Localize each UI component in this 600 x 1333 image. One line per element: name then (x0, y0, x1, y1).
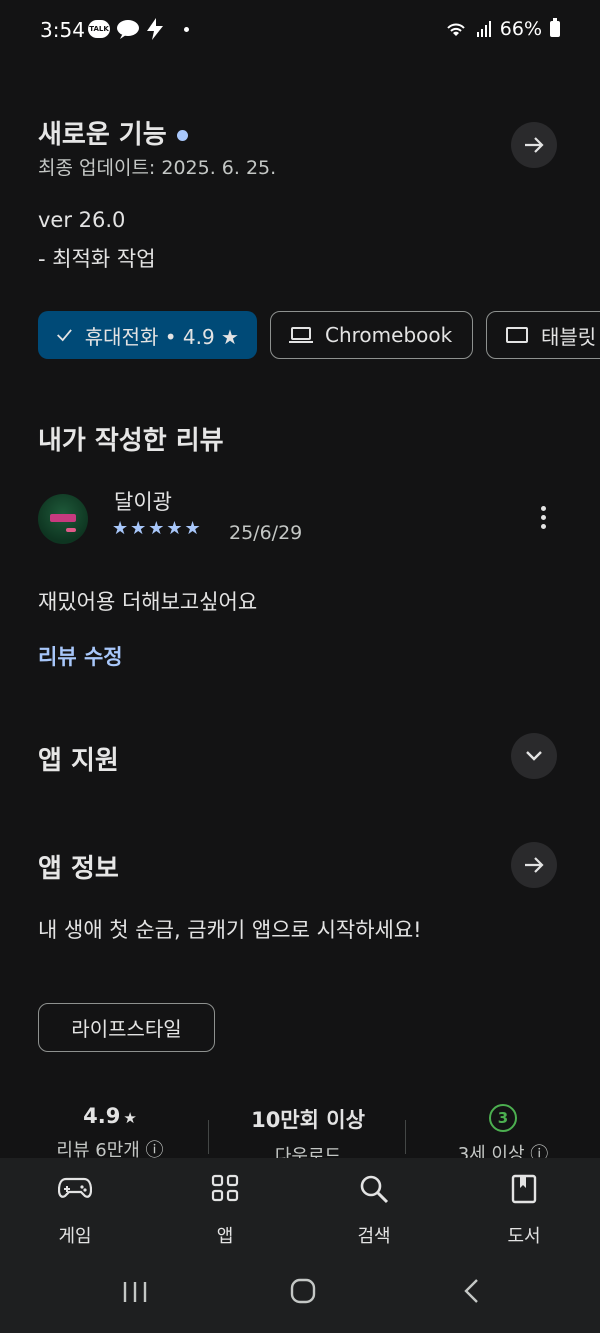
app-support-title: 앱 지원 (38, 746, 119, 776)
age-badge-wrap: 3 (413, 1104, 593, 1132)
signal-icon (476, 21, 491, 37)
arrow-right-icon (525, 137, 544, 153)
recent-apps-icon (123, 1282, 147, 1302)
book-icon (474, 1174, 574, 1208)
rating-star-icon: ★ (123, 1109, 137, 1127)
age-badge: 3 (489, 1104, 517, 1132)
release-notes: - 최적화 작업 (38, 247, 156, 271)
review-date: 25/6/29 (229, 522, 303, 544)
nav-search[interactable]: 검색 (324, 1174, 424, 1248)
rating-stat[interactable]: 4.9 ★ 리뷰 6만개 ⓘ (20, 1104, 200, 1162)
status-right: 66% (444, 18, 560, 40)
chip-tablet[interactable]: 태블릿 (486, 311, 600, 359)
stat-divider (208, 1120, 209, 1154)
nav-games-label: 게임 (58, 1226, 92, 1247)
chip-chromebook-label: Chromebook (325, 323, 453, 347)
kakaotalk-icon: TALK (88, 20, 110, 38)
review-more-icon[interactable] (530, 506, 556, 534)
my-review-heading: 내가 작성한 리뷰 (38, 426, 224, 456)
home-button[interactable] (290, 1278, 316, 1311)
battery-percent: 66% (499, 18, 542, 40)
chevron-down-icon (526, 751, 542, 761)
chat-bubble-icon (117, 20, 139, 39)
review-author: 달이광 (114, 490, 172, 514)
rating-stat-value: 4.9 ★ (20, 1104, 200, 1128)
laptop-icon (289, 327, 313, 343)
last-updated: 최종 업데이트: 2025. 6. 25. (38, 157, 277, 179)
avatar-art (50, 514, 76, 522)
category-chip[interactable]: 라이프스타일 (38, 1003, 215, 1052)
gamepad-icon (25, 1174, 125, 1208)
whats-new-title: 새로운 기능 (38, 114, 188, 151)
lightning-icon (147, 18, 163, 40)
downloads-value: 10만회 이상 (251, 1108, 365, 1132)
app-info-arrow-button[interactable] (511, 842, 557, 888)
nav-apps-label: 앱 (216, 1226, 234, 1247)
nav-books-label: 도서 (507, 1226, 541, 1247)
app-info-title: 앱 정보 (38, 854, 119, 884)
notification-icons: TALK (88, 18, 189, 40)
avatar[interactable] (38, 494, 88, 544)
battery-icon (550, 18, 560, 37)
age-rating-stat[interactable]: 3 3세 이상 ⓘ (413, 1104, 593, 1166)
more-notifications-dot (184, 26, 189, 32)
stat-divider (405, 1120, 406, 1154)
arrow-right-icon (525, 857, 544, 873)
chip-phone[interactable]: 휴대전화 • 4.9 ★ (38, 311, 257, 359)
back-button[interactable] (462, 1278, 480, 1311)
recent-apps-button[interactable] (122, 1278, 148, 1311)
app-support-expand-button[interactable] (511, 733, 557, 779)
home-icon (290, 1278, 316, 1304)
status-time: 3:54 (40, 18, 85, 42)
search-icon (324, 1174, 424, 1208)
avatar-art-detail (66, 528, 76, 532)
nav-books[interactable]: 도서 (474, 1174, 574, 1248)
chip-chromebook[interactable]: Chromebook (270, 311, 473, 359)
edit-review-link[interactable]: 리뷰 수정 (38, 641, 123, 671)
check-icon (57, 329, 72, 342)
chip-phone-label: 휴대전화 • 4.9 ★ (84, 324, 239, 349)
bottom-nav: 게임 앱 검색 도서 (0, 1158, 600, 1333)
review-stars: ★★★★★ (112, 518, 203, 539)
version-text: ver 26.0 (38, 208, 126, 232)
tablet-icon (506, 327, 528, 343)
whats-new-arrow-button[interactable] (511, 122, 557, 168)
wifi-icon (447, 23, 465, 36)
app-description: 내 생애 첫 순금, 금캐기 앱으로 시작하세요! (38, 918, 422, 942)
nav-search-label: 검색 (357, 1226, 391, 1247)
new-indicator-dot (176, 130, 188, 141)
nav-games[interactable]: 게임 (25, 1174, 125, 1248)
apps-grid-icon (175, 1174, 275, 1208)
rating-value: 4.9 (83, 1104, 121, 1128)
chip-tablet-label: 태블릿 (541, 324, 597, 349)
nav-apps[interactable]: 앱 (175, 1174, 275, 1248)
back-icon (464, 1279, 478, 1303)
review-text: 재밌어용 더해보고싶어요 (38, 590, 258, 614)
whats-new-title-text: 새로운 기능 (38, 120, 167, 150)
